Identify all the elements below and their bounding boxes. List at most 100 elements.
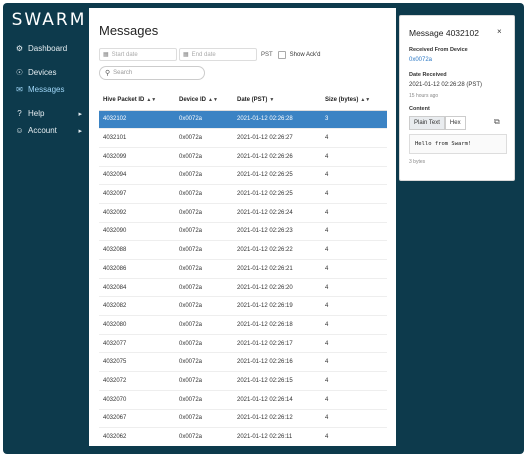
cell-hive-packet-id: 4032070 <box>99 390 175 410</box>
sidebar-item-dashboard[interactable]: ⚙ Dashboard <box>10 40 88 57</box>
device-link[interactable]: 0x0072a <box>409 57 432 63</box>
detail-title: Message 4032102 <box>409 28 479 38</box>
table-row[interactable]: 4032094 0x0072a 2021-01-12 02:26:25 4 <box>99 166 387 186</box>
cell-hive-packet-id: 4032082 <box>99 296 175 317</box>
sort-desc-icon: ▼ <box>269 96 275 103</box>
cell-hive-packet-id: 4032084 <box>99 278 175 298</box>
cell-date: 2021-01-12 02:26:15 <box>233 371 321 391</box>
table-row[interactable]: 4032086 0x0072a 2021-01-12 02:26:21 4 <box>99 259 387 279</box>
cell-date: 2021-01-12 02:26:24 <box>233 203 321 223</box>
cell-device-id: 0x0072a <box>175 371 233 391</box>
end-date-input[interactable]: ▦ End date <box>179 48 257 61</box>
cell-date: 2021-01-12 02:26:25 <box>233 166 321 186</box>
table-row[interactable]: 4032097 0x0072a 2021-01-12 02:26:25 4 <box>99 184 387 204</box>
table-row[interactable]: 4032072 0x0072a 2021-01-12 02:26:15 4 <box>99 371 387 391</box>
table-row[interactable]: 4032075 0x0072a 2021-01-12 02:26:16 4 <box>99 352 387 373</box>
cell-hive-packet-id: 4032086 <box>99 259 175 279</box>
cell-hive-packet-id: 4032077 <box>99 334 175 354</box>
cell-size: 4 <box>321 390 387 410</box>
sort-icon: ▲▼ <box>208 96 218 103</box>
filter-bar: ▦ Start date ▦ End date PST Show Ack'd <box>99 48 321 61</box>
cell-hive-packet-id: 4032099 <box>99 147 175 167</box>
sidebar-item-devices[interactable]: ☉ Devices <box>10 64 88 81</box>
cell-size: 3 <box>321 110 387 130</box>
sidebar-item-label: Messages <box>28 85 65 94</box>
end-date-placeholder: End date <box>191 51 216 58</box>
show-acked-checkbox[interactable] <box>277 50 286 59</box>
sort-icon: ▲▼ <box>360 96 371 103</box>
calendar-icon: ▦ <box>103 52 109 58</box>
cell-hive-packet-id: 4032075 <box>99 352 175 373</box>
table-row[interactable]: 4032090 0x0072a 2021-01-12 02:26:23 4 <box>99 222 387 242</box>
tab-hex[interactable]: Hex <box>444 116 466 130</box>
cell-size: 4 <box>321 203 387 223</box>
cell-size: 4 <box>321 371 387 391</box>
cell-device-id: 0x0072a <box>175 166 233 186</box>
cell-size: 4 <box>321 315 387 335</box>
question-circle-icon: ? <box>17 109 22 118</box>
cell-device-id: 0x0072a <box>175 390 233 410</box>
sidebar-item-account[interactable]: ☺ Account ▸ <box>10 122 88 139</box>
show-acked-label: Show Ack'd <box>289 51 321 58</box>
cell-size: 4 <box>321 352 387 373</box>
swarm-logo[interactable]: SWARM <box>10 8 88 40</box>
table-row[interactable]: 4032101 0x0072a 2021-01-12 02:26:27 4 <box>99 128 387 148</box>
cell-hive-packet-id: 4032080 <box>99 315 175 335</box>
cell-device-id: 0x0072a <box>175 315 233 335</box>
start-date-placeholder: Start date <box>111 51 138 58</box>
table-row[interactable]: 4032067 0x0072a 2021-01-12 02:26:12 4 <box>99 409 387 429</box>
cell-hive-packet-id: 4032094 <box>99 166 175 186</box>
message-detail-panel: Message 4032102 × Received From Device 0… <box>399 15 515 181</box>
search-icon: ⚲ <box>105 70 111 77</box>
cell-size: 4 <box>321 222 387 242</box>
column-header-date[interactable]: Date (PST) ▼ <box>233 90 321 111</box>
column-header-hive-packet-id[interactable]: Hive Packet ID ▲▼ <box>99 90 175 111</box>
cell-device-id: 0x0072a <box>175 334 233 354</box>
cell-hive-packet-id: 4032097 <box>99 184 175 204</box>
start-date-input[interactable]: ▦ Start date <box>99 48 177 61</box>
copy-icon[interactable]: ⧉ <box>494 117 500 127</box>
column-label: Date (PST) <box>237 96 268 103</box>
table-row[interactable]: 4032080 0x0072a 2021-01-12 02:26:18 4 <box>99 315 387 335</box>
relative-time: 15 hours ago <box>409 93 439 99</box>
cell-device-id: 0x0072a <box>175 147 233 167</box>
table-row[interactable]: 4032077 0x0072a 2021-01-12 02:26:17 4 <box>99 334 387 354</box>
cell-device-id: 0x0072a <box>175 352 233 373</box>
search-placeholder: Search <box>113 70 133 76</box>
cell-size: 4 <box>321 147 387 167</box>
table-row[interactable]: 4032082 0x0072a 2021-01-12 02:26:19 4 <box>99 296 387 317</box>
cell-size: 4 <box>321 409 387 429</box>
sidebar-item-label: Devices <box>28 68 57 77</box>
cell-date: 2021-01-12 02:26:11 <box>233 427 321 446</box>
calendar-icon: ▦ <box>183 52 189 58</box>
content-format-tabs: Plain Text Hex <box>409 116 466 130</box>
satellite-icon: ☉ <box>15 68 24 77</box>
cell-hive-packet-id: 4032088 <box>99 240 175 260</box>
cell-size: 4 <box>321 259 387 279</box>
column-header-size[interactable]: Size (bytes) ▲▼ <box>321 90 387 111</box>
column-label: Hive Packet ID <box>103 96 145 103</box>
table-row[interactable]: 4032084 0x0072a 2021-01-12 02:26:20 4 <box>99 278 387 298</box>
table-row[interactable]: 4032070 0x0072a 2021-01-12 02:26:14 4 <box>99 390 387 410</box>
cell-hive-packet-id: 4032092 <box>99 203 175 223</box>
cell-date: 2021-01-12 02:26:23 <box>233 222 321 242</box>
cell-size: 4 <box>321 334 387 354</box>
cell-device-id: 0x0072a <box>175 409 233 429</box>
message-content: Hello from Swarm! <box>409 134 507 154</box>
table-row[interactable]: 4032088 0x0072a 2021-01-12 02:26:22 4 <box>99 240 387 260</box>
chevron-right-icon: ▸ <box>78 127 82 135</box>
column-header-device-id[interactable]: Device ID ▲▼ <box>175 90 233 111</box>
table-row[interactable]: 4032092 0x0072a 2021-01-12 02:26:24 4 <box>99 203 387 223</box>
table-row[interactable]: 4032062 0x0072a 2021-01-12 02:26:11 4 <box>99 427 387 446</box>
cell-device-id: 0x0072a <box>175 278 233 298</box>
cell-date: 2021-01-12 02:26:21 <box>233 259 321 279</box>
table-row[interactable]: 4032099 0x0072a 2021-01-12 02:26:26 4 <box>99 147 387 167</box>
search-input[interactable]: ⚲ Search <box>99 66 205 80</box>
sidebar-item-help[interactable]: ? Help ▸ <box>10 105 88 122</box>
cell-date: 2021-01-12 02:26:27 <box>233 128 321 148</box>
close-icon[interactable]: × <box>497 27 502 36</box>
sidebar-item-messages[interactable]: ✉ Messages <box>10 81 88 98</box>
content-label: Content <box>409 106 430 112</box>
table-row[interactable]: 4032102 0x0072a 2021-01-12 02:26:28 3 <box>99 110 387 130</box>
tab-plain-text[interactable]: Plain Text <box>409 116 445 130</box>
